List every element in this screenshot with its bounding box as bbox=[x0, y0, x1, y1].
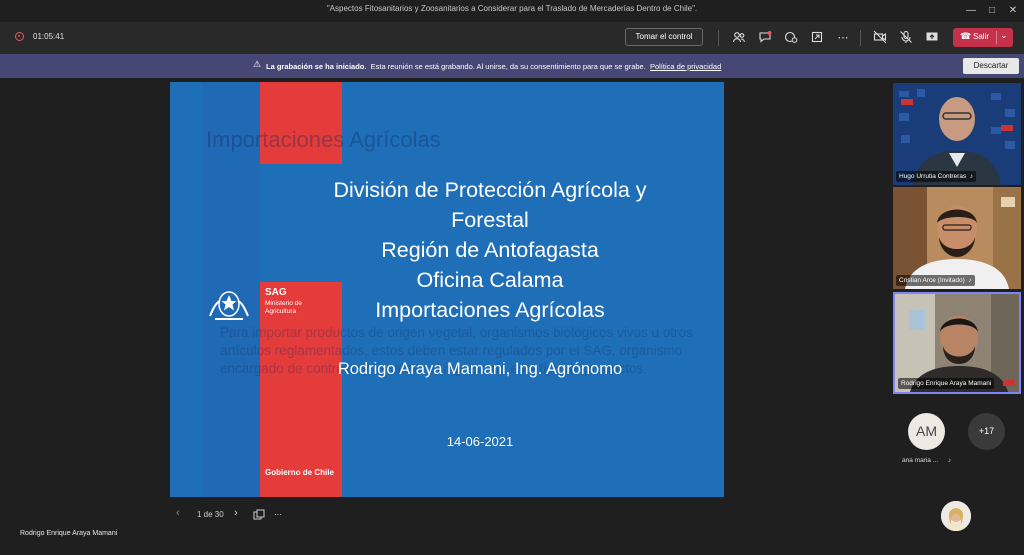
mic-muted-icon: ♪ bbox=[968, 173, 974, 180]
participant-avatar-label: ana maria ... ♪ bbox=[902, 457, 951, 464]
participant-name-tag: Hugo Urrutia Contreras ♪ bbox=[896, 171, 977, 182]
mic-muted-icon: ♪ bbox=[947, 457, 952, 464]
participant-video-tile-active[interactable]: Rodrigo Enrique Araya Mamani bbox=[893, 292, 1021, 394]
banner-text: La grabación se ha iniciado. Esta reunió… bbox=[266, 62, 721, 71]
reactions-icon[interactable] bbox=[783, 30, 799, 46]
minimize-icon[interactable]: — bbox=[962, 3, 980, 19]
slide-title-line-3: Región de Antofagasta bbox=[381, 238, 599, 262]
slide-title-line-4: Oficina Calama bbox=[416, 268, 564, 292]
participant-name-tag: Cristian Arce (Invitado) ♪ bbox=[896, 275, 975, 286]
participant-name: Hugo Urrutia Contreras bbox=[899, 173, 967, 180]
slide-title-line-1: División de Protección Agrícola y bbox=[333, 178, 647, 202]
participant-video-tile[interactable]: Cristian Arce (Invitado) ♪ bbox=[893, 187, 1021, 289]
mic-muted-icon: ♪ bbox=[966, 277, 972, 284]
recording-icon bbox=[15, 32, 24, 41]
warning-icon: ⚠ bbox=[253, 59, 262, 69]
participant-name: Rodrigo Enrique Araya Mamani bbox=[901, 380, 992, 387]
presentation-slide: Importaciones Agrícolas Para importar pr… bbox=[170, 82, 724, 497]
chile-crest-logo bbox=[207, 286, 252, 322]
leave-button[interactable]: ☎ Salir ⌄ bbox=[953, 28, 1013, 47]
prev-slide-icon[interactable]: ‹ bbox=[176, 507, 180, 519]
toolbar-divider bbox=[860, 30, 861, 46]
people-icon[interactable] bbox=[731, 30, 747, 46]
dismiss-button[interactable]: Descartar bbox=[963, 58, 1019, 74]
leave-divider bbox=[996, 31, 997, 44]
share-tray-icon[interactable] bbox=[809, 30, 825, 46]
participant-video-tile[interactable]: Hugo Urrutia Contreras ♪ bbox=[893, 83, 1021, 185]
slide-author: Rodrigo Araya Mamani, Ing. Agrónomo bbox=[337, 360, 623, 378]
slide-grid-icon[interactable] bbox=[253, 509, 265, 523]
slide-date: 14-06-2021 bbox=[446, 434, 514, 449]
meeting-timer: 01:05:41 bbox=[33, 32, 65, 41]
more-participants-button[interactable]: +17 bbox=[968, 413, 1005, 450]
share-screen-icon[interactable] bbox=[924, 30, 940, 46]
privacy-link[interactable]: Política de privacidad bbox=[650, 62, 721, 71]
mic-off-icon[interactable] bbox=[898, 30, 914, 46]
banner-message: Esta reunión se está grabando. Al unirse… bbox=[370, 62, 646, 71]
gobierno-text: Gobierno de Chile bbox=[265, 468, 334, 477]
maximize-icon[interactable]: □ bbox=[983, 3, 1001, 19]
ghost-title: Importaciones Agrícolas bbox=[206, 127, 441, 152]
camera-off-icon[interactable] bbox=[872, 30, 888, 46]
recording-banner: ⚠ La grabación se ha iniciado. Esta reun… bbox=[0, 54, 1024, 78]
slide-title-line-5: Importaciones Agrícolas bbox=[375, 298, 605, 322]
meeting-toolbar: 01:05:41 Tomar el control ⋯ ☎ Salir ⌄ bbox=[0, 22, 1024, 54]
participant-avatar-name: ana maria ... bbox=[902, 457, 939, 464]
phone-icon: ☎ bbox=[960, 31, 972, 41]
self-video-avatar[interactable] bbox=[941, 501, 971, 531]
banner-bold: La grabación se ha iniciado. bbox=[266, 62, 367, 71]
participant-avatar[interactable]: AM bbox=[908, 413, 945, 450]
leave-label: Salir bbox=[973, 32, 990, 41]
window-title: "Aspectos Fitosanitarios y Zoosanitarios… bbox=[326, 4, 698, 13]
chat-icon[interactable] bbox=[757, 30, 773, 46]
chevron-down-icon[interactable]: ⌄ bbox=[1000, 30, 1008, 41]
participant-name-tag: Rodrigo Enrique Araya Mamani bbox=[898, 378, 995, 389]
take-control-button[interactable]: Tomar el control bbox=[625, 28, 703, 46]
toolbar-divider bbox=[718, 30, 719, 46]
slide-more-icon[interactable]: ⋯ bbox=[274, 510, 282, 519]
more-actions-icon[interactable]: ⋯ bbox=[835, 30, 851, 46]
title-bar: "Aspectos Fitosanitarios y Zoosanitarios… bbox=[0, 0, 1024, 22]
participant-name: Cristian Arce (Invitado) bbox=[899, 277, 965, 284]
close-icon[interactable]: ✕ bbox=[1004, 3, 1022, 19]
next-slide-icon[interactable]: › bbox=[234, 507, 238, 519]
slide-page-counter: 1 de 30 bbox=[197, 510, 224, 519]
presenter-name: Rodrigo Enrique Araya Mamani bbox=[20, 530, 118, 537]
slide-title-line-2: Forestal bbox=[451, 208, 529, 232]
